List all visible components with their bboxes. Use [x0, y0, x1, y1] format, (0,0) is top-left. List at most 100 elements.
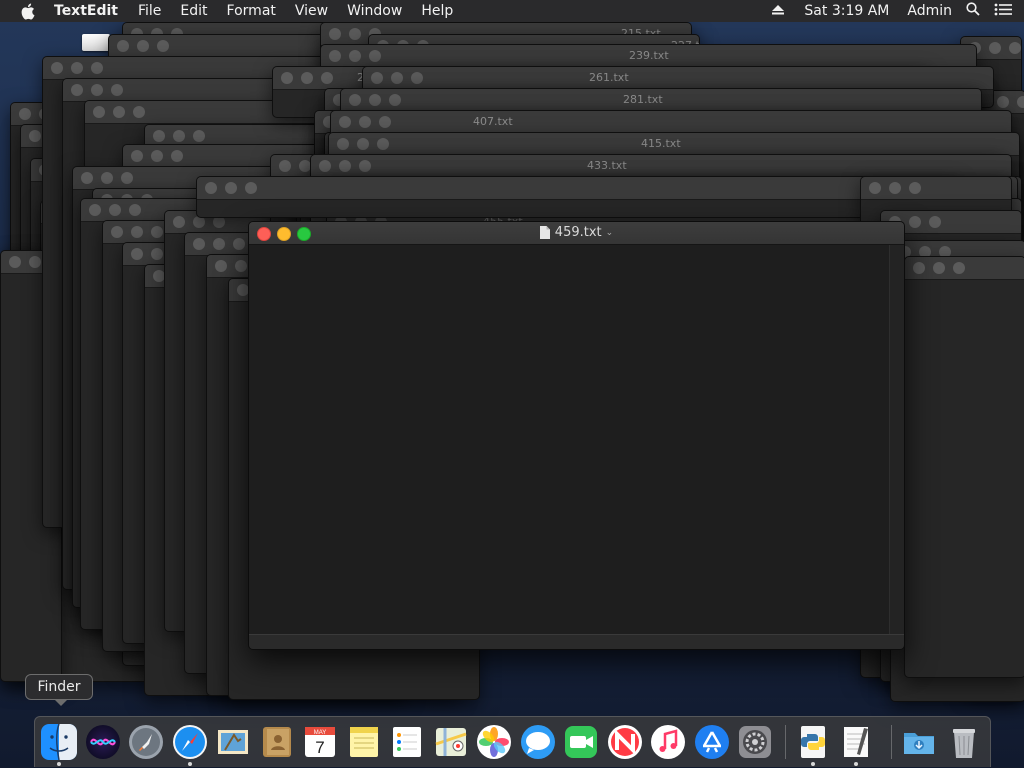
inactive-window-button[interactable] — [9, 256, 21, 268]
inactive-window-button[interactable] — [89, 204, 101, 216]
control-strip-icon[interactable] — [994, 3, 1012, 20]
window-controls[interactable] — [71, 84, 123, 96]
trash-icon[interactable] — [946, 724, 982, 760]
python-icon[interactable] — [795, 724, 831, 760]
window-controls[interactable] — [89, 204, 141, 216]
window-titlebar[interactable]: 459.txt ⌄ — [249, 222, 904, 245]
window-controls[interactable] — [93, 106, 145, 118]
menu-help[interactable]: Help — [421, 0, 453, 22]
background-window-titlebar[interactable] — [905, 257, 1024, 280]
inactive-window-button[interactable] — [133, 106, 145, 118]
inactive-window-button[interactable] — [997, 96, 1009, 108]
window-controls[interactable] — [51, 62, 103, 74]
maps-icon[interactable] — [433, 724, 469, 760]
reminders-icon[interactable] — [389, 724, 425, 760]
inactive-window-button[interactable] — [137, 40, 149, 52]
inactive-window-button[interactable] — [339, 160, 351, 172]
inactive-window-button[interactable] — [869, 182, 881, 194]
inactive-window-button[interactable] — [369, 50, 381, 62]
inactive-window-button[interactable] — [111, 84, 123, 96]
chevron-down-icon[interactable]: ⌄ — [606, 228, 614, 238]
menu-view[interactable]: View — [295, 0, 328, 22]
inactive-window-button[interactable] — [349, 94, 361, 106]
menu-window[interactable]: Window — [347, 0, 402, 22]
apple-icon[interactable] — [20, 3, 38, 20]
window-controls[interactable] — [913, 262, 965, 274]
inactive-window-button[interactable] — [109, 204, 121, 216]
inactive-window-button[interactable] — [71, 84, 83, 96]
menu-file[interactable]: File — [138, 0, 161, 22]
inactive-window-button[interactable] — [369, 94, 381, 106]
menu-clock[interactable]: Sat 3:19 AM — [804, 3, 889, 19]
inactive-window-button[interactable] — [131, 150, 143, 162]
window-controls[interactable] — [329, 50, 381, 62]
window-controls[interactable] — [371, 72, 423, 84]
inactive-window-button[interactable] — [193, 238, 205, 250]
inactive-window-button[interactable] — [235, 260, 247, 272]
user-menu[interactable]: Admin — [907, 3, 952, 19]
launchpad-icon[interactable] — [128, 724, 164, 760]
inactive-window-button[interactable] — [909, 216, 921, 228]
inactive-window-button[interactable] — [153, 130, 165, 142]
window-controls[interactable] — [153, 130, 205, 142]
window-controls[interactable] — [205, 182, 257, 194]
background-window-titlebar[interactable]: 281.txt — [341, 89, 981, 112]
inactive-window-button[interactable] — [101, 172, 113, 184]
inactive-window-button[interactable] — [321, 72, 333, 84]
window-controls[interactable] — [869, 182, 921, 194]
app-menu-textedit[interactable]: TextEdit — [54, 0, 118, 22]
inactive-window-button[interactable] — [339, 116, 351, 128]
window-controls[interactable] — [111, 226, 163, 238]
window-controls[interactable] — [81, 172, 133, 184]
inactive-window-button[interactable] — [91, 84, 103, 96]
inactive-window-button[interactable] — [225, 182, 237, 194]
background-window-titlebar[interactable]: 433.txt — [311, 155, 1011, 178]
inactive-window-button[interactable] — [953, 262, 965, 274]
inactive-window-button[interactable] — [281, 72, 293, 84]
background-window-titlebar[interactable] — [197, 177, 957, 200]
inactive-window-button[interactable] — [279, 160, 291, 172]
photos-icon[interactable] — [476, 724, 512, 760]
finder-icon[interactable] — [41, 724, 77, 760]
inactive-window-button[interactable] — [51, 62, 63, 74]
inactive-window-button[interactable] — [371, 72, 383, 84]
inactive-window-button[interactable] — [233, 238, 245, 250]
background-textedit-window[interactable] — [196, 176, 958, 218]
inactive-window-button[interactable] — [359, 160, 371, 172]
window-controls[interactable] — [193, 238, 245, 250]
background-window-titlebar[interactable]: 407.txt — [331, 111, 1011, 134]
window-controls[interactable] — [339, 116, 391, 128]
inactive-window-button[interactable] — [173, 216, 185, 228]
system-preferences-icon[interactable] — [737, 724, 773, 760]
menu-edit[interactable]: Edit — [180, 0, 207, 22]
inactive-window-button[interactable] — [319, 160, 331, 172]
inactive-window-button[interactable] — [193, 130, 205, 142]
eject-icon[interactable] — [772, 3, 785, 19]
inactive-window-button[interactable] — [377, 138, 389, 150]
app-store-icon[interactable] — [694, 724, 730, 760]
inactive-window-button[interactable] — [151, 150, 163, 162]
window-controls[interactable] — [349, 94, 401, 106]
inactive-window-button[interactable] — [989, 42, 1001, 54]
inactive-window-button[interactable] — [889, 182, 901, 194]
inactive-window-button[interactable] — [389, 94, 401, 106]
safari-icon[interactable] — [172, 724, 208, 760]
menu-format[interactable]: Format — [227, 0, 276, 22]
inactive-window-button[interactable] — [909, 182, 921, 194]
inactive-window-button[interactable] — [19, 108, 31, 120]
textedit-icon[interactable] — [838, 724, 874, 760]
inactive-window-button[interactable] — [157, 40, 169, 52]
inactive-window-button[interactable] — [93, 106, 105, 118]
inactive-window-button[interactable] — [117, 40, 129, 52]
spotlight-search-icon[interactable] — [966, 2, 980, 20]
inactive-window-button[interactable] — [91, 62, 103, 74]
inactive-window-button[interactable] — [173, 130, 185, 142]
inactive-window-button[interactable] — [71, 62, 83, 74]
inactive-window-button[interactable] — [933, 262, 945, 274]
mail-icon[interactable] — [215, 724, 251, 760]
horizontal-scrollbar[interactable] — [249, 634, 904, 649]
window-controls[interactable] — [131, 150, 183, 162]
inactive-window-button[interactable] — [215, 260, 227, 272]
inactive-window-button[interactable] — [1017, 96, 1024, 108]
inactive-window-button[interactable] — [131, 248, 143, 260]
